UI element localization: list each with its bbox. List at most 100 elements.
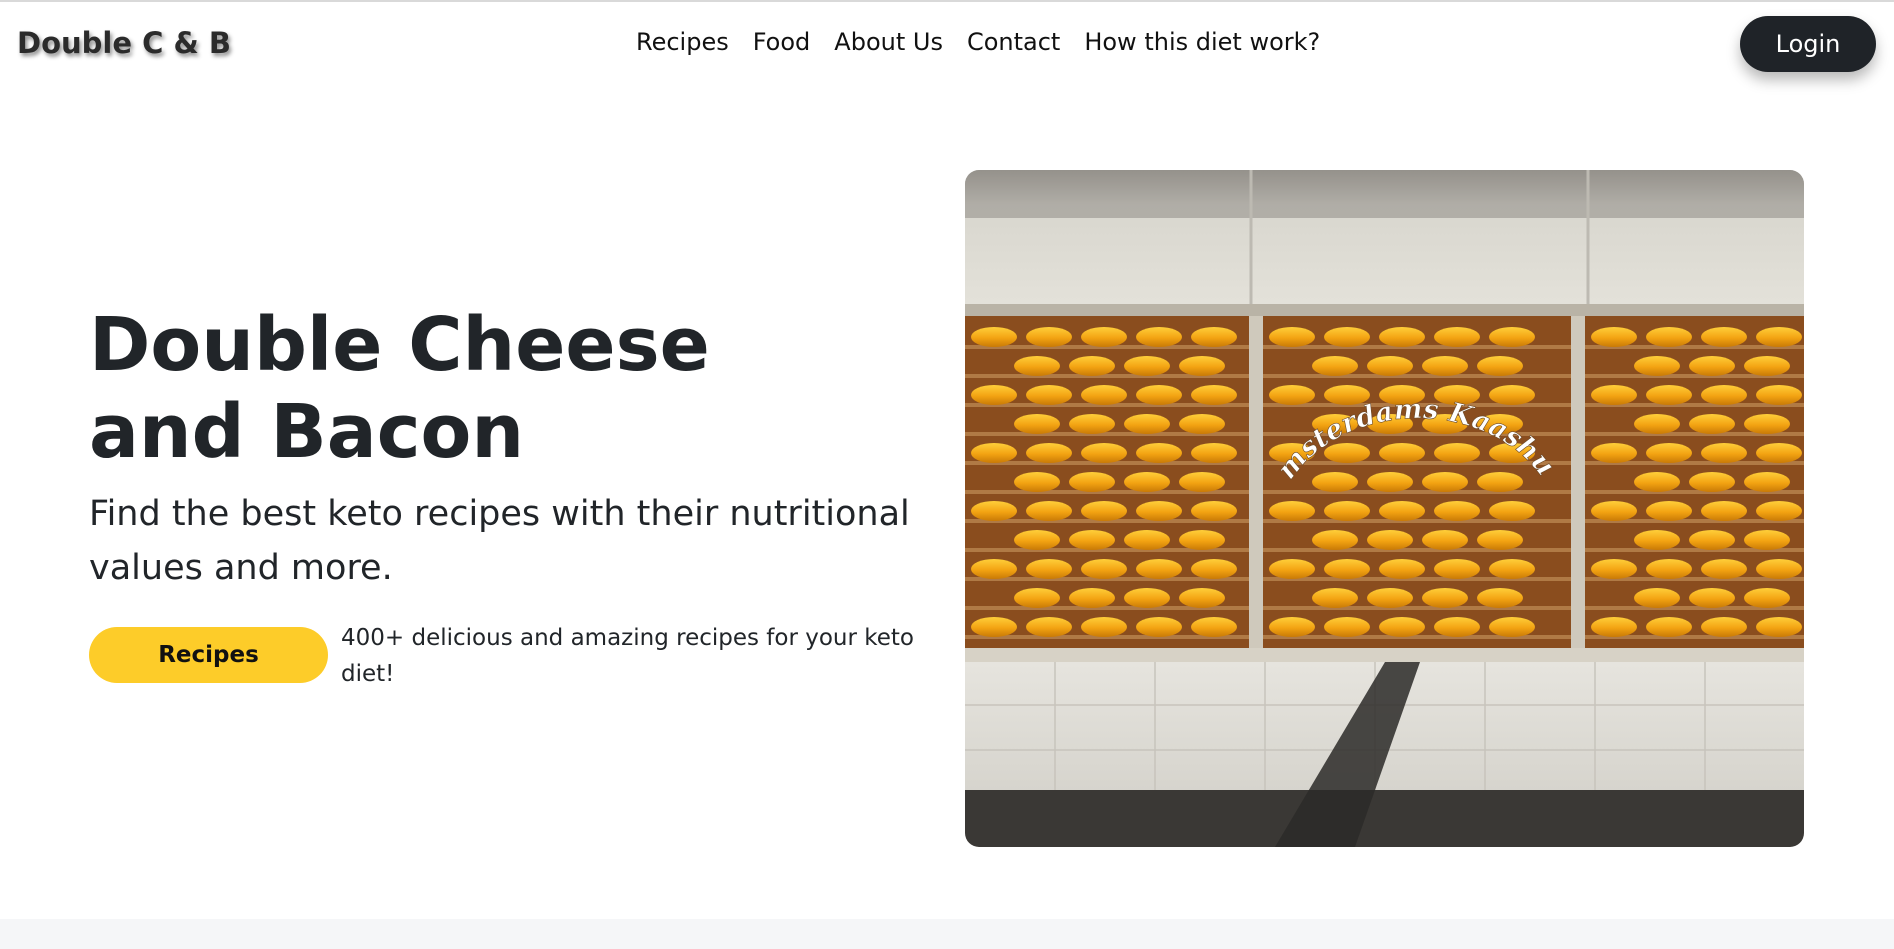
cheese-wheel (1026, 327, 1072, 347)
cheese-wheel (971, 327, 1017, 347)
cheese-wheel (1136, 559, 1182, 579)
cheese-wheel (1744, 530, 1790, 550)
nav-item-about-us[interactable]: About Us (834, 28, 943, 56)
cheese-wheel (1069, 472, 1115, 492)
cheese-wheel (1324, 327, 1370, 347)
cheese-wheel (1646, 443, 1692, 463)
cheese-wheel (1591, 559, 1637, 579)
cheese-wheel (1069, 588, 1115, 608)
nav-item-recipes[interactable]: Recipes (636, 28, 729, 56)
cheese-wheel (1634, 588, 1680, 608)
cheese-wheel (1179, 472, 1225, 492)
cheese-wheel (1477, 588, 1523, 608)
cheese-wheel (1026, 385, 1072, 405)
cheese-wheel (1269, 501, 1315, 521)
cheese-wheel (1124, 414, 1170, 434)
cheese-wheel (1422, 588, 1468, 608)
top-divider (0, 0, 1894, 2)
page: Double C & B Recipes Food About Us Conta… (0, 0, 1894, 949)
cheese-wheel (971, 501, 1017, 521)
cheese-wheel (1324, 617, 1370, 637)
cheese-wheel (1136, 443, 1182, 463)
cheese-wheel (1756, 501, 1802, 521)
cheese-wheel (1744, 588, 1790, 608)
cheese-wheel (1312, 356, 1358, 376)
cheese-wheel (1756, 327, 1802, 347)
nav-item-contact[interactable]: Contact (967, 28, 1060, 56)
cheese-wheel (1191, 501, 1237, 521)
cheese-wheel (1191, 443, 1237, 463)
cheese-wheel (1081, 617, 1127, 637)
cheese-wheel (1591, 443, 1637, 463)
cheese-wheel (1269, 559, 1315, 579)
cheese-wheel (1756, 617, 1802, 637)
cheese-wheel (1014, 588, 1060, 608)
hero-title: Double Cheese and Bacon (89, 302, 789, 476)
cheese-wheel (1634, 356, 1680, 376)
recipes-cta-button[interactable]: Recipes (89, 627, 328, 683)
cheese-wheel (1422, 530, 1468, 550)
cheese-wheel (1689, 356, 1735, 376)
cheese-wheel (1434, 443, 1480, 463)
cheese-wheel (1591, 501, 1637, 521)
cheese-wheel (1191, 559, 1237, 579)
cheese-wheel (1324, 501, 1370, 521)
cheese-wheel (1269, 327, 1315, 347)
cheese-wheel (1324, 559, 1370, 579)
cheese-wheel (1026, 501, 1072, 521)
cheese-wheel (1081, 443, 1127, 463)
cheese-wheel (1591, 327, 1637, 347)
brand-logo[interactable]: Double C & B (17, 26, 231, 60)
cheese-wheel (1179, 414, 1225, 434)
cheese-wheel (1379, 327, 1425, 347)
cheese-wheel (1124, 588, 1170, 608)
cheese-wheel (1477, 356, 1523, 376)
cheese-wheel (1591, 617, 1637, 637)
cheese-wheel (1701, 443, 1747, 463)
cheese-wheel (971, 559, 1017, 579)
cheese-wheel (1081, 501, 1127, 521)
cheese-wheel (1489, 327, 1535, 347)
cheese-wheel (1744, 472, 1790, 492)
cheese-shop-illustration: Amsterdams Kaashuis (965, 170, 1804, 847)
cheese-wheel (1014, 472, 1060, 492)
cheese-wheel (1646, 617, 1692, 637)
nav-item-how-diet-works[interactable]: How this diet work? (1084, 28, 1320, 56)
cta-note: 400+ delicious and amazing recipes for y… (341, 625, 915, 687)
cheese-wheel (971, 617, 1017, 637)
login-button[interactable]: Login (1740, 16, 1876, 72)
cheese-wheel (1744, 414, 1790, 434)
cheese-wheel (1634, 530, 1680, 550)
cheese-wheel (1179, 588, 1225, 608)
cheese-wheel (1379, 617, 1425, 637)
cheese-wheel (1124, 530, 1170, 550)
cheese-wheel (1646, 501, 1692, 521)
cheese-wheel (1124, 356, 1170, 376)
cheese-wheel (1646, 327, 1692, 347)
cheese-wheel (971, 443, 1017, 463)
cheese-wheel (1367, 588, 1413, 608)
cheese-wheel (1136, 327, 1182, 347)
hero-subtitle: Find the best keto recipes with their nu… (89, 494, 910, 588)
cheese-wheel (1756, 385, 1802, 405)
cheese-wheel (1179, 356, 1225, 376)
cheese-wheel (1489, 501, 1535, 521)
cheese-wheel (1191, 327, 1237, 347)
cheese-wheel (1312, 588, 1358, 608)
cheese-wheel (1434, 617, 1480, 637)
cheese-wheel (1477, 530, 1523, 550)
cheese-wheel (1081, 385, 1127, 405)
cheese-wheel (1367, 530, 1413, 550)
cheese-wheel (1136, 385, 1182, 405)
cheese-wheel (1434, 501, 1480, 521)
cheese-wheel (1689, 414, 1735, 434)
cheese-wheel (1124, 472, 1170, 492)
cheese-wheel (1026, 443, 1072, 463)
cheese-wheel (1312, 472, 1358, 492)
cheese-wheel (1081, 327, 1127, 347)
cheese-wheel (1701, 559, 1747, 579)
cheese-wheel (1069, 530, 1115, 550)
nav-item-food[interactable]: Food (753, 28, 811, 56)
cheese-wheel (1069, 414, 1115, 434)
cheese-wheel (1744, 356, 1790, 376)
